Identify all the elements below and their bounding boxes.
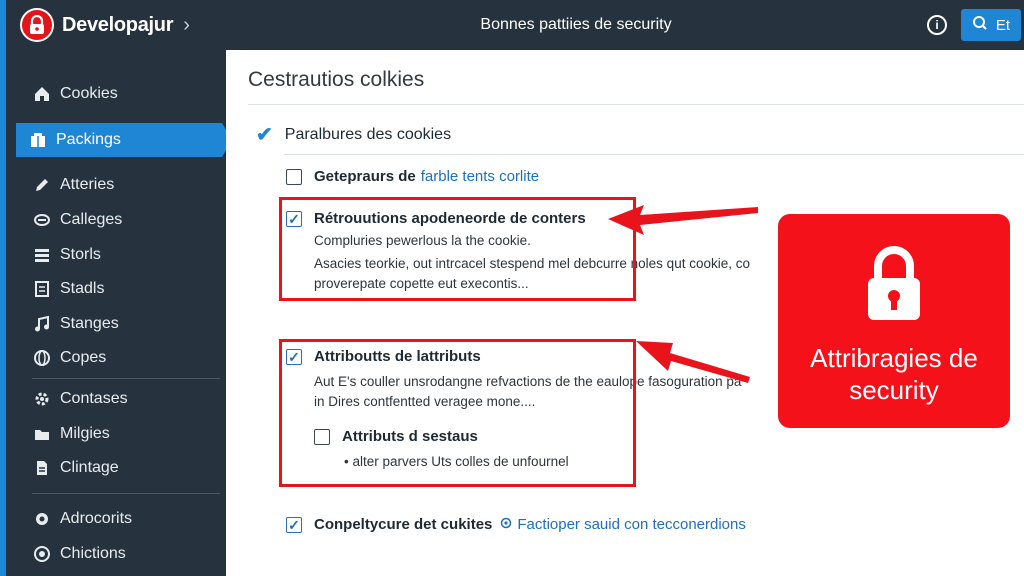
sidebar-item-label: Stanges <box>60 315 119 332</box>
sidebar-divider <box>32 493 220 494</box>
divider <box>248 104 1024 105</box>
sidebar-item-chictions[interactable]: Chictions <box>20 537 126 571</box>
sidebar-item-label: Chictions <box>60 545 126 562</box>
option-conpeltycure: Conpeltycure det cukites Factioper sauid… <box>286 516 746 533</box>
document-icon <box>32 279 52 299</box>
search-icon <box>972 15 988 35</box>
divider <box>284 154 1024 155</box>
sidebar-item-label: Milgies <box>60 425 110 442</box>
option-getepraurs: Getepraurs de farble tents corlite <box>286 168 539 185</box>
sidebar-item-storls[interactable]: Storls <box>20 238 101 272</box>
sidebar-item-clintage[interactable]: Clintage <box>20 451 119 485</box>
lock-icon <box>866 244 922 329</box>
lock-icon <box>20 8 54 42</box>
globe-icon <box>32 348 52 368</box>
sidebar-item-label: Calleges <box>60 211 123 228</box>
brand[interactable]: Developajur › <box>6 0 226 50</box>
annotation-box <box>279 339 636 487</box>
sidebar-item-calleges[interactable]: Calleges <box>20 203 122 237</box>
sidebar-item-label: Adrocorits <box>60 510 133 527</box>
sidebar-item-label: Cookies <box>60 85 118 102</box>
sidebar-item-label: Clintage <box>60 459 119 476</box>
topbar: Bonnes pattiies de security i Et <box>226 0 1024 50</box>
search-button-label: Et <box>995 16 1011 34</box>
pencil-icon <box>32 175 52 195</box>
option-link[interactable]: Factioper sauid con tecconerdions <box>517 516 745 533</box>
sidebar-item-label: Contases <box>60 390 128 407</box>
folder-icon <box>32 424 52 444</box>
page-header-title: Bonnes pattiies de security <box>480 16 672 33</box>
option-conpeltycure-checkbox[interactable] <box>286 516 302 533</box>
settings-icon <box>500 516 512 533</box>
callout-line: security <box>849 375 939 405</box>
gear-icon <box>32 389 52 409</box>
sidebar-item-label: Stadls <box>60 280 105 297</box>
callout-text: Attribragies de security <box>778 342 1010 406</box>
sidebar-item-label: Packings <box>56 131 121 148</box>
info-icon[interactable]: i <box>927 15 947 35</box>
callout-line: Attribragies de <box>810 343 978 373</box>
stack-icon <box>32 245 52 265</box>
option-link[interactable]: farble tents corlite <box>421 168 539 185</box>
sidebar-item-label: Copes <box>60 349 107 366</box>
section-header[interactable]: ✔ Paralbures des cookies <box>256 122 451 147</box>
section-title: Paralbures des cookies <box>284 125 452 143</box>
link-icon <box>32 210 52 230</box>
chevron-right-icon[interactable]: › <box>183 14 190 37</box>
sidebar: Developajur › Cookies Packings Atteries … <box>0 0 232 576</box>
sidebar-item-packings[interactable]: Packings <box>16 123 232 157</box>
music-icon <box>32 314 52 334</box>
option-label: Getepraurs de <box>314 168 416 185</box>
package-icon <box>28 130 48 150</box>
sidebar-item-label: Storls <box>60 246 101 263</box>
sidebar-item-cookies[interactable]: Cookies <box>20 77 118 111</box>
home-icon <box>32 84 52 104</box>
settings-icon <box>32 544 52 564</box>
brand-name: Developajur <box>62 13 174 36</box>
annotation-box <box>279 197 636 301</box>
option-getepraurs-checkbox[interactable] <box>286 168 302 185</box>
sidebar-divider <box>32 378 220 379</box>
sidebar-item-stanges[interactable]: Stanges <box>20 307 119 341</box>
security-callout: Attribragies de security <box>778 214 1010 428</box>
option-label: Conpeltycure det cukites <box>314 516 493 533</box>
page-title: Cestrautios colkies <box>248 68 425 91</box>
sidebar-item-contases[interactable]: Contases <box>20 382 128 416</box>
sidebar-item-copes[interactable]: Copes <box>20 341 106 375</box>
annotation-arrow <box>608 205 758 383</box>
sidebar-item-label: Atteries <box>60 176 115 193</box>
search-button[interactable]: Et <box>961 9 1021 41</box>
file-icon <box>32 458 52 478</box>
sidebar-item-adrocorits[interactable]: Adrocorits <box>20 502 132 536</box>
checkmark-icon: ✔ <box>256 124 273 146</box>
sidebar-item-milgies[interactable]: Milgies <box>20 417 110 451</box>
cog-icon <box>32 509 52 529</box>
sidebar-item-atteries[interactable]: Atteries <box>20 168 114 202</box>
sidebar-item-stadls[interactable]: Stadls <box>20 272 104 306</box>
